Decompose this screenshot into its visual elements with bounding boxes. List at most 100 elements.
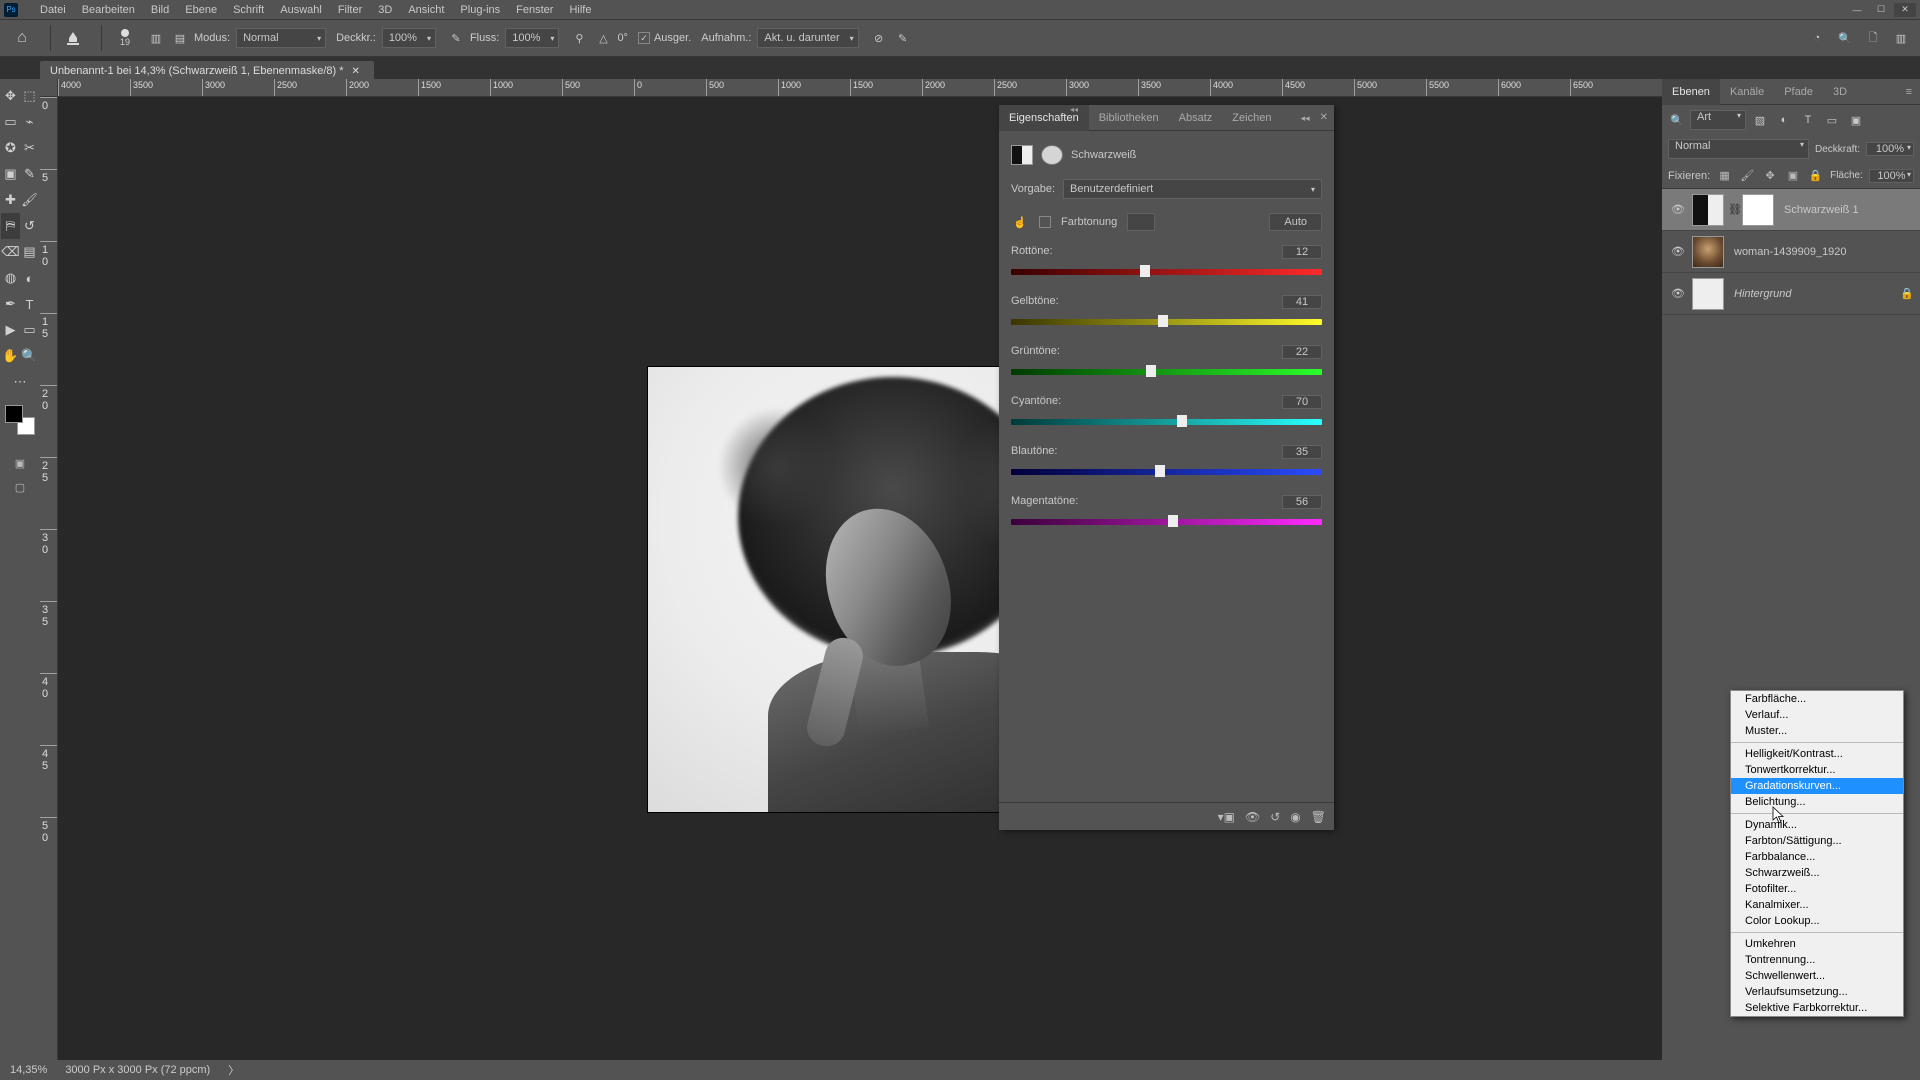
slider-value[interactable]: 56 (1282, 495, 1322, 509)
slider-track[interactable] (1011, 315, 1322, 327)
minimize-button[interactable]: — (1846, 3, 1868, 17)
sample-dropdown[interactable]: Akt. u. darunter (757, 28, 858, 48)
marquee-tool-icon[interactable]: ▭ (1, 109, 20, 135)
tab-close-icon[interactable]: ✕ (352, 66, 360, 77)
menu-item[interactable]: Verlaufsumsetzung... (1731, 984, 1903, 1000)
doc-info[interactable]: 3000 Px x 3000 Px (72 ppcm) (65, 1064, 210, 1076)
menu-item[interactable]: Verlauf... (1731, 707, 1903, 723)
tab-zeichen[interactable]: Zeichen (1222, 105, 1281, 131)
preset-dropdown[interactable]: Benutzerdefiniert (1063, 179, 1322, 199)
edit-toolbar-icon[interactable]: ⋯ (1, 369, 39, 395)
home-button[interactable]: ⌂ (8, 24, 36, 52)
pressure-opacity-icon[interactable]: ✎ (446, 28, 466, 48)
menu-schrift[interactable]: Schrift (225, 2, 272, 18)
gradient-tool-icon[interactable]: ▤ (20, 239, 39, 265)
zoom-tool-icon[interactable]: 🔍 (20, 343, 39, 369)
filter-type-dropdown[interactable]: Art (1690, 110, 1746, 130)
layer-name[interactable]: Hintergrund (1734, 288, 1900, 300)
menu-item[interactable]: Gradationskurven... (1731, 778, 1903, 794)
layer-row[interactable]: 👁woman-1439909_1920 (1662, 231, 1920, 273)
menu-ansicht[interactable]: Ansicht (400, 2, 452, 18)
slider-track[interactable] (1011, 365, 1322, 377)
pressure-size-icon[interactable]: ✎ (893, 28, 913, 48)
quickmask-icon[interactable]: ▣ (1, 451, 39, 475)
delete-adjustment-icon[interactable]: 🗑 (1311, 810, 1326, 824)
hand-tool-icon[interactable]: ✋ (1, 343, 20, 369)
screenmode-icon[interactable]: ▢ (1, 475, 39, 499)
healing-tool-icon[interactable]: ✚ (1, 187, 20, 213)
brush-tool-icon[interactable]: 🖌 (20, 187, 39, 213)
slider-track[interactable] (1011, 415, 1322, 427)
type-tool-icon[interactable]: T (20, 291, 39, 317)
toggle-visibility-icon[interactable]: ◉ (1290, 810, 1300, 824)
filter-shape-icon[interactable]: ▭ (1822, 110, 1842, 130)
shape-tool-icon[interactable]: ▭ (20, 317, 39, 343)
menu-item[interactable]: Color Lookup... (1731, 913, 1903, 929)
panel-collapse-icon[interactable]: ◂◂ (1068, 103, 1080, 115)
slider-knob[interactable] (1168, 515, 1178, 527)
search-icon[interactable]: 🔍 (1834, 27, 1856, 49)
lock-position-icon[interactable]: ✥ (1762, 167, 1779, 185)
opacity-field[interactable]: 100% (382, 28, 436, 48)
filter-type-icon[interactable]: T (1798, 110, 1818, 130)
brush-panel-icon[interactable]: ▤ (170, 28, 190, 48)
quick-select-tool-icon[interactable]: ✪ (1, 135, 20, 161)
tab-pfade[interactable]: Pfade (1774, 79, 1823, 105)
layer-name[interactable]: Schwarzweiß 1 (1784, 204, 1914, 216)
dodge-tool-icon[interactable]: ◐ (20, 265, 39, 291)
auto-button[interactable]: Auto (1269, 213, 1322, 231)
menu-datei[interactable]: Datei (32, 2, 74, 18)
clone-stamp-tool-icon[interactable]: ⛿ (1, 213, 20, 239)
menu-ebene[interactable]: Ebene (177, 2, 225, 18)
ignore-adjust-icon[interactable]: ⊘ (869, 28, 889, 48)
menu-item[interactable]: Dynamik... (1731, 817, 1903, 833)
tab-absatz[interactable]: Absatz (1169, 105, 1223, 131)
filter-search-icon[interactable]: 🔍 (1668, 114, 1686, 127)
blend-mode-dropdown[interactable]: Normal (236, 28, 326, 48)
lasso-tool-icon[interactable]: ⌁ (20, 109, 39, 135)
menu-item[interactable]: Selektive Farbkorrektur... (1731, 1000, 1903, 1016)
tab-3d[interactable]: 3D (1823, 79, 1857, 105)
tab-kanäle[interactable]: Kanäle (1720, 79, 1774, 105)
zoom-readout[interactable]: 14,35% (10, 1064, 47, 1076)
slider-knob[interactable] (1155, 465, 1165, 477)
filter-adjust-icon[interactable]: ◐ (1774, 110, 1794, 130)
cloud-docs-icon[interactable]: ◔ (1806, 27, 1828, 49)
tint-color-swatch[interactable] (1127, 213, 1155, 231)
layer-blend-dropdown[interactable]: Normal (1668, 139, 1809, 159)
foreground-color[interactable] (5, 405, 23, 423)
aligned-checkbox[interactable]: ✓ Ausger. (638, 32, 691, 44)
layer-name[interactable]: woman-1439909_1920 (1734, 246, 1914, 258)
menu-hilfe[interactable]: Hilfe (561, 2, 599, 18)
menu-item[interactable]: Schwellenwert... (1731, 968, 1903, 984)
horizontal-ruler[interactable] (58, 79, 1662, 97)
flow-field[interactable]: 100% (505, 28, 559, 48)
panel-close-icon[interactable]: ✕ (1314, 105, 1334, 131)
crop-tool-icon[interactable]: ✂ (20, 135, 39, 161)
menu-bild[interactable]: Bild (143, 2, 177, 18)
menu-item[interactable]: Fotofilter... (1731, 881, 1903, 897)
menu-item[interactable]: Tontrennung... (1731, 952, 1903, 968)
tint-checkbox[interactable] (1039, 216, 1051, 228)
clone-stamp-tool-icon[interactable] (59, 24, 87, 52)
workspace-icon[interactable]: ▥ (1890, 27, 1912, 49)
color-swatch[interactable] (5, 405, 35, 435)
menu-item[interactable]: Farbton/Sättigung... (1731, 833, 1903, 849)
menu-auswahl[interactable]: Auswahl (272, 2, 330, 18)
slider-value[interactable]: 70 (1282, 395, 1322, 409)
panel-collapse-icon[interactable]: ◂◂ (1297, 105, 1314, 131)
menu-item[interactable]: Tonwertkorrektur... (1731, 762, 1903, 778)
menu-item[interactable]: Farbfläche... (1731, 691, 1903, 707)
status-more-icon[interactable]: 〉 (228, 1062, 239, 1078)
slider-track[interactable] (1011, 465, 1322, 477)
eraser-tool-icon[interactable]: ⌫ (1, 239, 20, 265)
slider-value[interactable]: 41 (1282, 295, 1322, 309)
slider-value[interactable]: 22 (1282, 345, 1322, 359)
menu-item[interactable]: Muster... (1731, 723, 1903, 739)
tab-ebenen[interactable]: Ebenen (1662, 79, 1720, 105)
airbrush-icon[interactable]: ⚲ (569, 28, 589, 48)
artboard-tool-icon[interactable]: ⬚ (20, 83, 39, 109)
menu-item[interactable]: Farbbalance... (1731, 849, 1903, 865)
angle-value[interactable]: 0° (617, 32, 628, 44)
menu-item[interactable]: Helligkeit/Kontrast... (1731, 746, 1903, 762)
